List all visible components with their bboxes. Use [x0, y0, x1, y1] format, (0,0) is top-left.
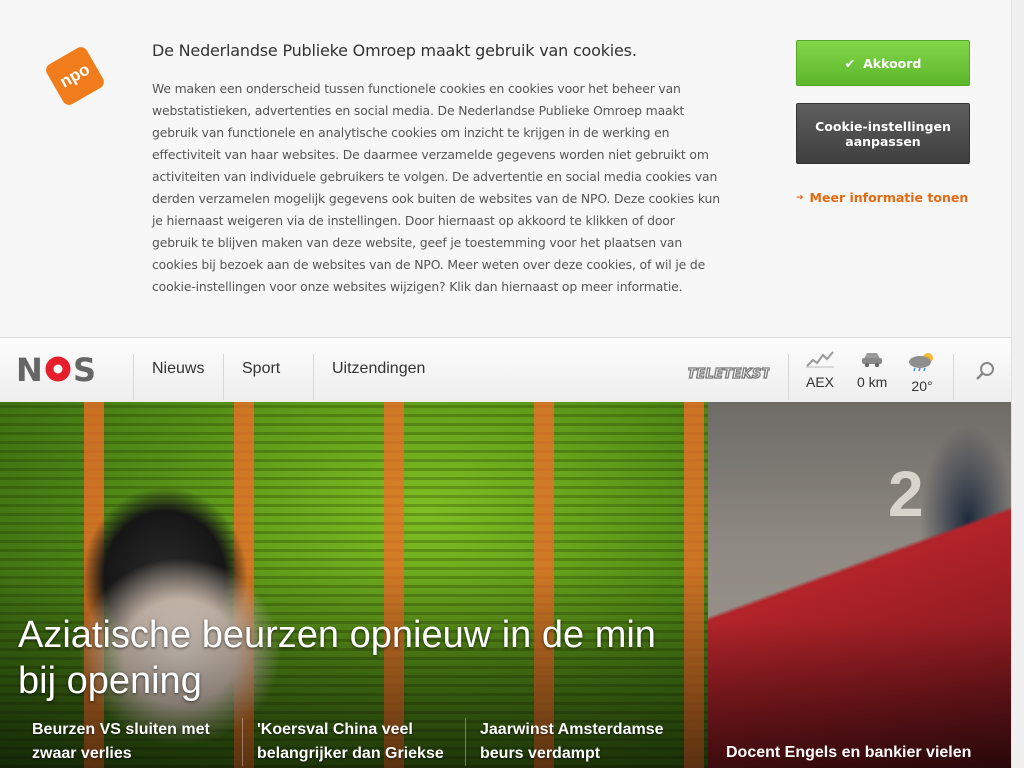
weather-label: 20° [911, 378, 933, 394]
side-article[interactable]: 2 Docent Engels en bankier vielen [708, 402, 1011, 768]
npo-logo: npo [46, 47, 104, 105]
nav-separator [133, 354, 134, 400]
chart-icon [806, 351, 834, 368]
nav-separator [953, 354, 954, 400]
side-image-shade [708, 402, 1011, 768]
nav-sport[interactable]: Sport [242, 360, 280, 378]
scrollbar[interactable] [1011, 0, 1024, 768]
nos-logo[interactable]: N S [16, 352, 100, 386]
cookie-settings-button[interactable]: Cookie-instellingen aanpassen [796, 103, 970, 164]
side-title[interactable]: Docent Engels en bankier vielen [726, 744, 971, 762]
nav-uitzendingen[interactable]: Uitzendingen [332, 360, 425, 378]
hero-title[interactable]: Aziatische beurzen opnieuw in de min bij… [18, 612, 698, 704]
hero-image [0, 402, 708, 768]
related-article[interactable]: Beurzen VS sluiten met zwaar verlies [18, 718, 242, 766]
cookie-text: We maken een onderscheid tussen function… [152, 81, 720, 294]
more-info-link[interactable]: ➔ Meer informatie tonen [796, 190, 968, 205]
nav-nieuws[interactable]: Nieuws [152, 360, 204, 378]
nav-separator [788, 354, 789, 400]
teletekst-label: TELETEKST [688, 367, 770, 382]
traffic-widget[interactable]: 0 km [857, 350, 887, 390]
svg-text:N: N [16, 352, 42, 386]
related-article[interactable]: 'Koersval China veel belangrijker dan Gr… [242, 718, 467, 766]
traffic-label: 0 km [857, 374, 888, 390]
checkmark-icon: ✔ [844, 55, 856, 71]
site-header: N S Nieuws Sport Uitzendingen TELETEKST … [0, 338, 1011, 403]
aex-label: AEX [806, 374, 835, 390]
aex-widget[interactable]: AEX [806, 350, 834, 390]
teletekst-link[interactable]: TELETEKST [688, 364, 770, 382]
nav-separator [313, 354, 314, 400]
weather-icon [909, 353, 933, 372]
car-icon [862, 353, 883, 368]
cookie-banner: npo De Nederlandse Publieke Omroep maakt… [0, 0, 1011, 338]
arrow-right-icon: ➔ [796, 192, 804, 203]
accept-label: Akkoord [863, 55, 922, 71]
hero-article[interactable]: Aziatische beurzen opnieuw in de min bij… [0, 402, 708, 768]
more-info-label: Meer informatie tonen [809, 190, 969, 205]
svg-text:S: S [73, 352, 96, 386]
weather-widget[interactable]: 20° [907, 350, 937, 394]
search-icon[interactable] [975, 360, 997, 382]
related-article[interactable]: Jaarwinst Amsterdamse beurs verdampt [465, 718, 690, 766]
nav-separator [223, 354, 224, 400]
accept-button[interactable]: ✔ Akkoord [796, 40, 970, 86]
cookie-title: De Nederlandse Publieke Omroep maakt geb… [152, 41, 637, 60]
